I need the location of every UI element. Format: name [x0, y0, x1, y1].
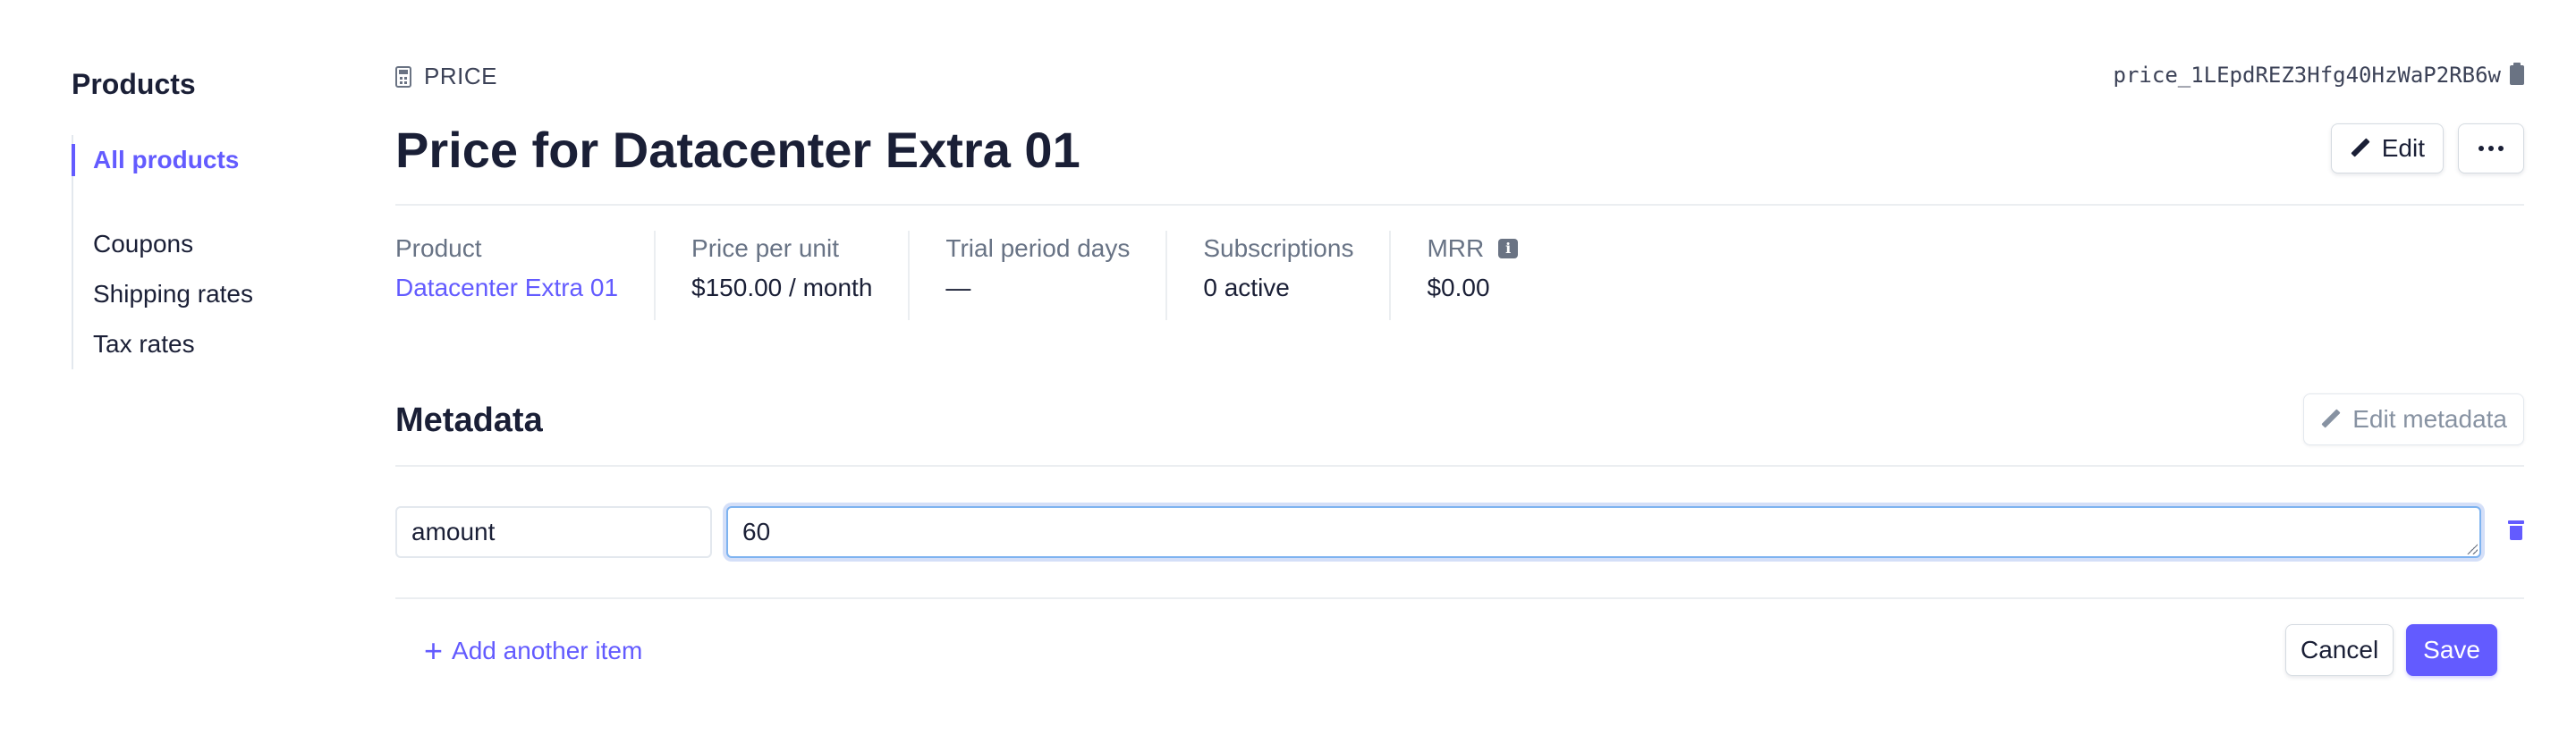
header-divider [395, 204, 2524, 206]
sidebar-title: Products [72, 68, 196, 100]
edit-metadata-button[interactable]: Edit metadata [2303, 393, 2524, 445]
stat-value: — [945, 274, 971, 301]
stat-label-text: MRR [1427, 234, 1485, 262]
stat-subscriptions: Subscriptions 0 active [1165, 231, 1389, 320]
metadata-value-input[interactable] [726, 506, 2481, 558]
metadata-item-row [395, 504, 2524, 560]
price-summary: Product Datacenter Extra 01 Price per un… [395, 231, 2524, 320]
object-kind-label: PRICE [424, 63, 497, 89]
metadata-value-wrap [712, 506, 2481, 558]
pencil-icon [2350, 138, 2371, 159]
pencil-icon [2320, 409, 2342, 430]
stat-label: Product [395, 234, 482, 262]
metadata-header: Metadata Edit metadata [395, 393, 2524, 447]
edit-metadata-label: Edit metadata [2352, 405, 2507, 433]
price-id-text: price_1LEpdREZ3Hfg40HzWaP2RB6w [2113, 63, 2501, 88]
resize-grip-icon[interactable] [2467, 544, 2478, 554]
main-content: PRICE price_1LEpdREZ3Hfg40HzWaP2RB6w Pri… [395, 63, 2524, 678]
edit-button[interactable]: Edit [2330, 123, 2444, 173]
price-id: price_1LEpdREZ3Hfg40HzWaP2RB6w [2114, 63, 2524, 88]
stat-price-per-unit: Price per unit $150.00 / month [654, 231, 908, 320]
sidebar: Products All products Coupons Shipping r… [72, 63, 340, 369]
stat-value: $0.00 [1427, 274, 1490, 301]
stat-value: $150.00 / month [691, 274, 873, 301]
sidebar-item-tax-rates[interactable]: Tax rates [93, 319, 340, 369]
product-link[interactable]: Datacenter Extra 01 [395, 266, 618, 309]
stat-label: Price per unit [691, 234, 839, 262]
page-title: Price for Datacenter Extra 01 [395, 122, 1080, 178]
stat-label: Subscriptions [1203, 234, 1354, 262]
stat-trial-period-days: Trial period days — [908, 231, 1165, 320]
more-actions-button[interactable] [2458, 123, 2524, 173]
edit-button-label: Edit [2381, 134, 2425, 162]
form-actions: Cancel Save [2285, 624, 2497, 676]
metadata-divider [395, 465, 2524, 467]
metadata-key-input[interactable] [395, 506, 712, 558]
stat-label-mrr: MRR i [1427, 231, 1519, 266]
save-button[interactable]: Save [2406, 624, 2497, 676]
sidebar-item-shipping-rates[interactable]: Shipping rates [93, 269, 340, 319]
metadata-title: Metadata [395, 402, 543, 439]
stat-product: Product Datacenter Extra 01 [395, 231, 654, 320]
sidebar-item-coupons[interactable]: Coupons [93, 219, 340, 269]
calculator-icon [395, 65, 411, 88]
add-item-label: Add another item [452, 637, 643, 664]
plus-icon: + [424, 632, 444, 669]
stat-label: Trial period days [945, 234, 1131, 262]
metadata-footer: + Add another item Cancel Save [395, 624, 2524, 678]
more-horizontal-icon [2479, 146, 2504, 151]
page-root: Products All products Coupons Shipping r… [0, 0, 2576, 744]
title-actions: Edit [2330, 123, 2524, 173]
info-icon[interactable]: i [1498, 239, 1519, 258]
sidebar-nav: All products Coupons Shipping rates Tax … [72, 135, 340, 369]
cancel-button[interactable]: Cancel [2285, 624, 2394, 676]
header-row: PRICE price_1LEpdREZ3Hfg40HzWaP2RB6w [395, 63, 2524, 106]
trash-icon[interactable] [2508, 520, 2524, 540]
add-item-button[interactable]: + Add another item [424, 624, 642, 678]
clipboard-icon[interactable] [2510, 63, 2524, 85]
items-divider [395, 597, 2524, 599]
title-row: Price for Datacenter Extra 01 Edit [395, 114, 2524, 186]
sidebar-item-all-products[interactable]: All products [72, 135, 340, 185]
stat-mrr: MRR i $0.00 [1389, 231, 1554, 320]
stat-value: 0 active [1203, 274, 1290, 301]
